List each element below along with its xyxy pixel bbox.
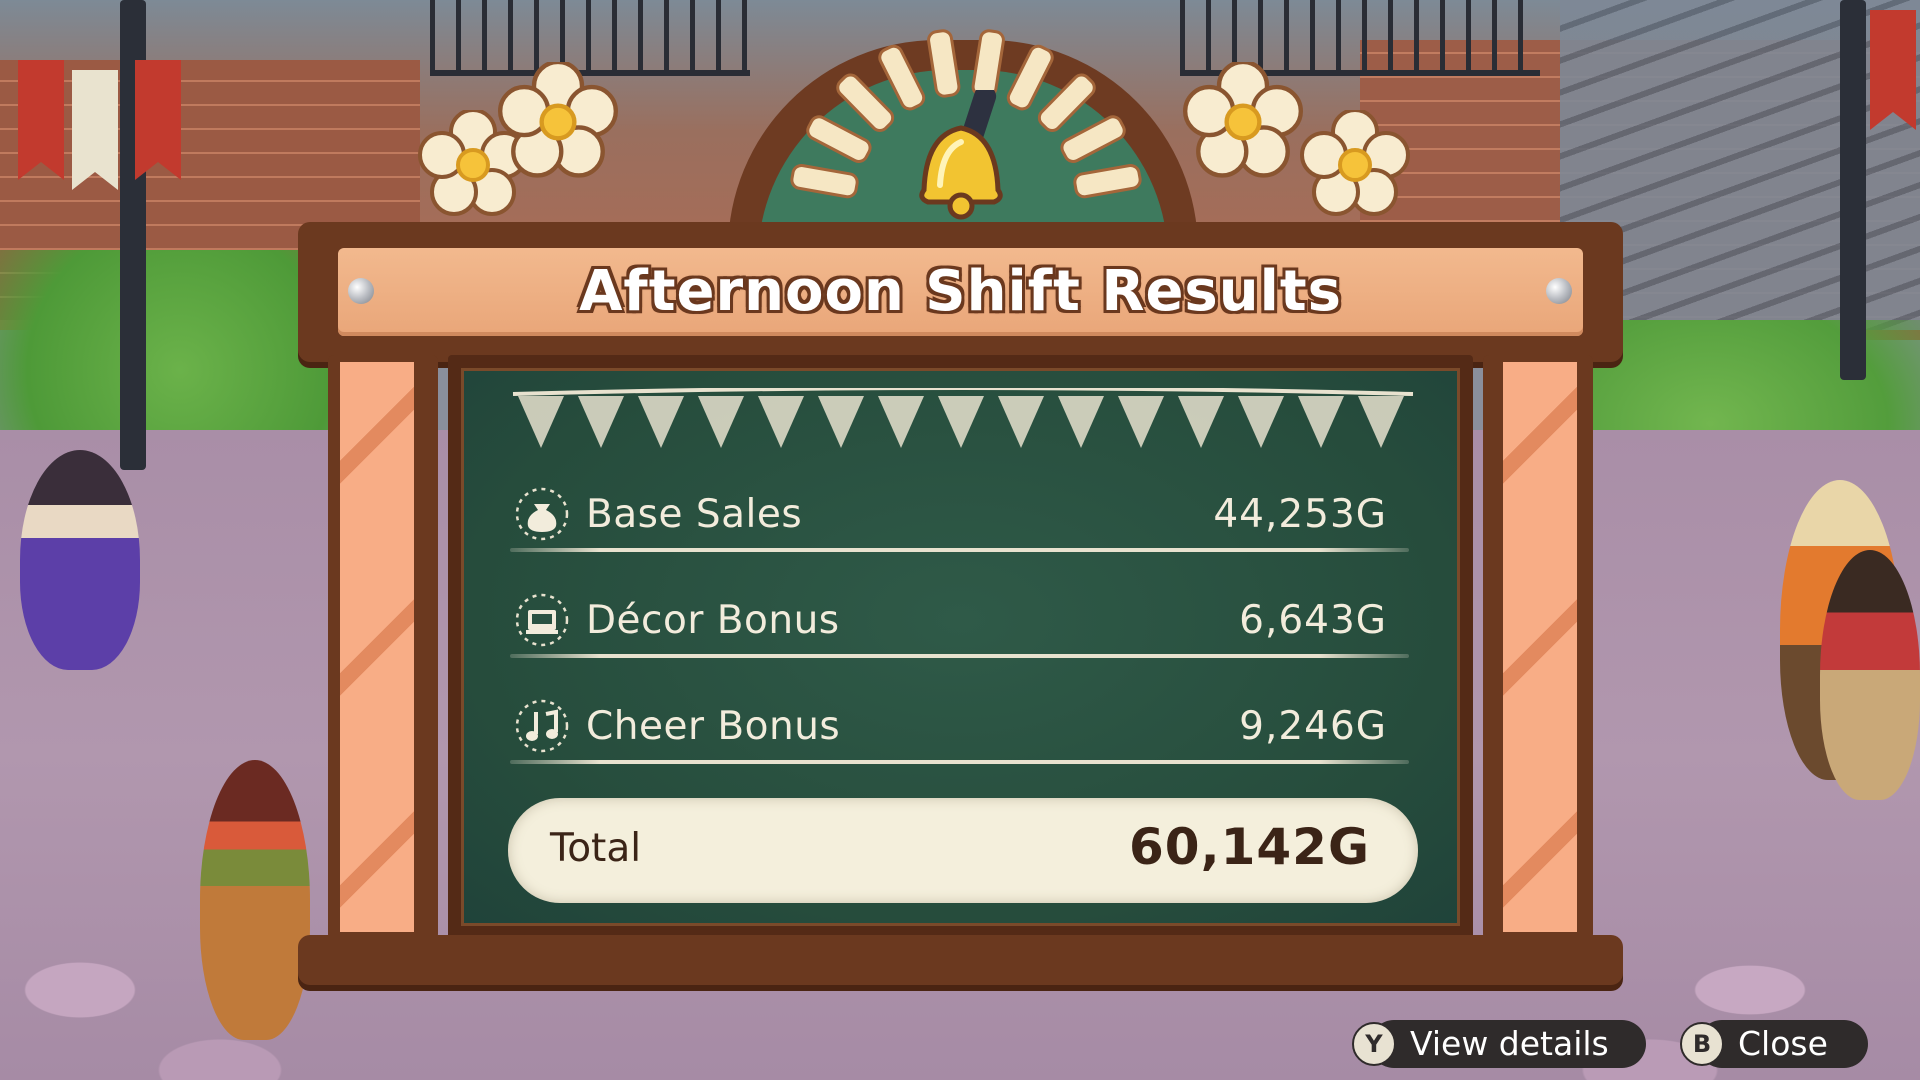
bunting-flag [938,396,984,448]
bunting-flag [1358,396,1404,448]
bunting-flag [1118,396,1164,448]
bunting-flag [1298,396,1344,448]
bunting-flag [818,396,864,448]
chalk-underline [510,760,1409,764]
total-label: Total [550,826,642,871]
bunting-string [512,386,1414,396]
left-side-panel [340,362,414,932]
view-details-button[interactable]: Y View details [1352,1020,1646,1068]
result-row-base-sales: Base Sales 44,253G [510,480,1409,552]
result-label: Cheer Bonus [586,704,841,749]
money-bag-icon [514,486,570,542]
result-row-cheer-bonus: Cheer Bonus 9,246G [510,692,1409,764]
bunting-flag [758,396,804,448]
close-button[interactable]: B Close [1680,1020,1868,1068]
villager-npc [20,450,140,670]
view-details-label: View details [1410,1024,1609,1063]
town-banner [135,60,181,180]
rivet [1546,278,1572,304]
chalk-underline [510,548,1409,552]
street-lamp [1840,0,1866,380]
result-value: 9,246G [1239,704,1387,749]
right-side-panel [1503,362,1577,932]
board-bottom-bar [298,935,1623,985]
result-label: Base Sales [586,492,803,537]
y-button-icon: Y [1352,1022,1396,1066]
villager-npc [1820,550,1920,800]
shift-results-board: Afternoon Shift Results Base Sales 44,25… [298,0,1623,990]
music-note-icon [514,698,570,754]
flower-decoration [498,62,618,182]
total-value: 60,142G [1129,818,1370,876]
bunting-flag [1058,396,1104,448]
villager-npc [200,760,310,1040]
bunting-decoration [508,386,1418,458]
page-title: Afternoon Shift Results [579,259,1342,324]
decor-icon [514,592,570,648]
result-label: Décor Bonus [586,598,840,643]
b-button-icon: B [1680,1022,1724,1066]
bunting-flag [878,396,924,448]
town-banner [18,60,64,180]
bunting-flag [698,396,744,448]
bunting-flag [578,396,624,448]
town-banner [1870,10,1916,130]
result-value: 44,253G [1213,492,1387,537]
rivet [348,278,374,304]
bunting-flag [638,396,684,448]
flower-decoration [1183,62,1303,182]
flower-decoration [1300,110,1410,220]
total-pill: Total 60,142G [508,798,1418,903]
chalk-underline [510,654,1409,658]
town-banner [72,70,118,190]
result-row-decor-bonus: Décor Bonus 6,643G [510,586,1409,658]
bunting-flag [998,396,1044,448]
bunting-flag [518,396,564,448]
bunting-flag [1238,396,1284,448]
bunting-flag [1178,396,1224,448]
result-value: 6,643G [1239,598,1387,643]
bell-icon [906,85,1016,220]
close-label: Close [1738,1024,1828,1063]
